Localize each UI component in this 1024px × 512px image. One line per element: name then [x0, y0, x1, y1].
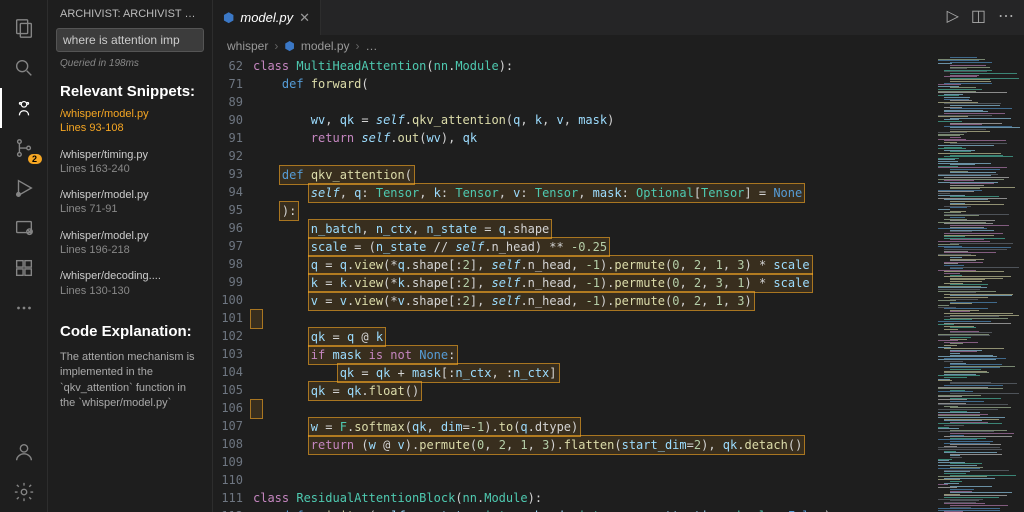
snippets-list: /whisper/model.pyLines 93-108/whisper/ti… — [48, 104, 212, 307]
split-icon[interactable]: ◫ — [971, 6, 986, 26]
search-icon[interactable] — [0, 48, 48, 88]
editor-actions: ▷ ◫ ⋯ — [947, 6, 1014, 26]
source-control-icon[interactable]: 2 — [0, 128, 48, 168]
chevron-right-icon: › — [274, 39, 278, 53]
snippet-item[interactable]: /whisper/model.pyLines 196-218 — [48, 226, 212, 261]
close-icon[interactable]: ✕ — [299, 10, 310, 26]
line-gutter: 6271899091929394959697989910010110210310… — [213, 57, 253, 512]
snippet-item[interactable]: /whisper/model.pyLines 93-108 — [48, 104, 212, 139]
tab-label: model.py — [240, 10, 293, 25]
snippet-item[interactable]: /whisper/model.pyLines 71-91 — [48, 185, 212, 220]
breadcrumbs[interactable]: whisper › ⬢ model.py › … — [213, 35, 1024, 57]
tab-bar: ⬢ model.py ✕ — [213, 0, 1024, 35]
snippet-item[interactable]: /whisper/decoding....Lines 130-130 — [48, 266, 212, 301]
snippets-heading: Relevant Snippets: — [48, 77, 212, 104]
search-input[interactable]: where is attention imp — [56, 28, 204, 52]
settings-icon[interactable] — [0, 472, 48, 512]
breadcrumb-tail: … — [366, 39, 378, 53]
sidebar-title: ARCHIVIST: ARCHIVIST … — [48, 0, 212, 24]
editor-area: ⬢ model.py ✕ ▷ ◫ ⋯ whisper › ⬢ model.py … — [213, 0, 1024, 512]
account-icon[interactable] — [0, 432, 48, 472]
snippet-item[interactable]: /whisper/timing.pyLines 163-240 — [48, 145, 212, 180]
archivist-icon[interactable] — [0, 88, 48, 128]
scm-badge: 2 — [28, 154, 42, 164]
breadcrumb-file: model.py — [301, 39, 350, 53]
query-time: Queried in 198ms — [48, 56, 212, 77]
python-file-icon: ⬢ — [284, 39, 294, 53]
breadcrumb-folder: whisper — [227, 39, 268, 53]
tab-model-py[interactable]: ⬢ model.py ✕ — [213, 0, 321, 35]
python-file-icon: ⬢ — [223, 10, 234, 26]
explanation-heading: Code Explanation: — [48, 317, 212, 344]
chevron-right-icon: › — [356, 39, 360, 53]
minimap[interactable] — [934, 57, 1024, 512]
explorer-icon[interactable] — [0, 8, 48, 48]
more-icon[interactable] — [0, 288, 48, 328]
more-actions-icon[interactable]: ⋯ — [998, 6, 1014, 26]
explanation-text: The attention mechanism is implemented i… — [48, 344, 212, 418]
code-editor[interactable]: 6271899091929394959697989910010110210310… — [213, 57, 1024, 512]
remote-icon[interactable] — [0, 208, 48, 248]
activity-bar: 2 — [0, 0, 48, 512]
sidebar: ARCHIVIST: ARCHIVIST … where is attentio… — [48, 0, 213, 512]
run-icon[interactable]: ▷ — [947, 6, 959, 26]
debug-icon[interactable] — [0, 168, 48, 208]
code-content[interactable]: class MultiHeadAttention(nn.Module): def… — [253, 57, 934, 512]
extensions-icon[interactable] — [0, 248, 48, 288]
